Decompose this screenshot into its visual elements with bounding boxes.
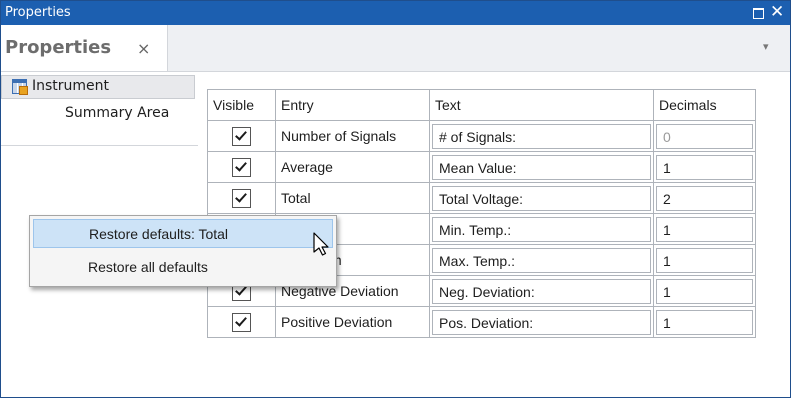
text-field[interactable]: Max. Temp.: [432,247,651,273]
text-field[interactable]: Min. Temp.: [432,216,651,242]
window-title: Properties [5,5,71,20]
sidebar-item-label: Instrument [32,78,110,94]
column-header-text[interactable]: Text [429,89,654,121]
sidebar-divider [1,145,198,146]
table-grid-icon [12,79,28,95]
cell-decimals: 1 [653,213,756,245]
menu-item-label: Restore defaults: Total [89,226,229,242]
menu-item-label: Restore all defaults [88,259,208,275]
tab-strip: Properties × ▾ [1,25,790,72]
tab-properties[interactable]: Properties × [1,25,168,71]
menu-item-restore-all-defaults[interactable]: Restore all defaults [33,253,333,282]
decimals-field: 0 [656,123,753,149]
cell-text: # of Signals: [429,120,654,152]
cell-decimals: 1 [653,275,756,307]
menu-item-restore-defaults-total[interactable]: Restore defaults: Total [33,219,333,248]
text-field[interactable]: Pos. Deviation: [432,309,651,335]
decimals-field[interactable]: 1 [656,278,753,304]
text-field[interactable]: # of Signals: [432,123,651,149]
cell-visible [207,151,276,183]
decimals-field[interactable]: 1 [656,154,753,180]
cell-entry: Average [275,151,430,183]
cell-decimals: 2 [653,182,756,214]
visible-checkbox[interactable] [232,312,251,332]
column-header-decimals[interactable]: Decimals [653,89,756,121]
sidebar-item-summary-area[interactable]: Summary Area [65,105,169,121]
cell-entry: Number of Signals [275,120,430,152]
cell-entry: Positive Deviation [275,306,430,338]
cell-text: Mean Value: [429,151,654,183]
maximize-icon[interactable] [753,8,764,19]
decimals-field[interactable]: 2 [656,185,753,211]
mouse-pointer-icon [313,232,329,256]
table-header-row: Visible Entry Text Decimals [207,89,756,121]
title-bar[interactable]: Properties ✕ [1,1,790,25]
visible-checkbox[interactable] [232,188,251,208]
cell-decimals: 1 [653,244,756,276]
close-icon[interactable]: ✕ [770,2,784,22]
visible-checkbox[interactable] [232,157,251,177]
text-field[interactable]: Neg. Deviation: [432,278,651,304]
tab-close-icon[interactable]: × [137,39,150,58]
cell-visible [207,120,276,152]
cell-visible [207,182,276,214]
cell-text: Min. Temp.: [429,213,654,245]
cell-text: Max. Temp.: [429,244,654,276]
cell-decimals: 1 [653,151,756,183]
table-row: Positive Deviation Pos. Deviation: 1 [207,306,756,338]
decimals-field[interactable]: 1 [656,247,753,273]
sidebar-item-instrument[interactable]: Instrument [1,75,195,99]
cell-visible [207,306,276,338]
visible-checkbox[interactable] [232,126,251,146]
cell-decimals: 0 [653,120,756,152]
text-field[interactable]: Total Voltage: [432,185,651,211]
decimals-field[interactable]: 1 [656,309,753,335]
summary-entries-table: Visible Entry Text Decimals Number of Si… [207,89,756,338]
text-field[interactable]: Mean Value: [432,154,651,180]
context-menu: Restore defaults: Total Restore all defa… [29,215,337,287]
table-row: Number of Signals # of Signals: 0 [207,120,756,152]
tab-properties-label: Properties [5,37,112,58]
cell-entry: Total [275,182,430,214]
cell-text: Neg. Deviation: [429,275,654,307]
table-row: Average Mean Value: 1 [207,151,756,183]
cell-decimals: 1 [653,306,756,338]
column-header-visible[interactable]: Visible [207,89,276,121]
cell-text: Pos. Deviation: [429,306,654,338]
decimals-field[interactable]: 1 [656,216,753,242]
column-header-entry[interactable]: Entry [275,89,430,121]
tab-menu-chevron-down-icon[interactable]: ▾ [763,40,769,53]
cell-text: Total Voltage: [429,182,654,214]
table-row: Total Total Voltage: 2 [207,182,756,214]
